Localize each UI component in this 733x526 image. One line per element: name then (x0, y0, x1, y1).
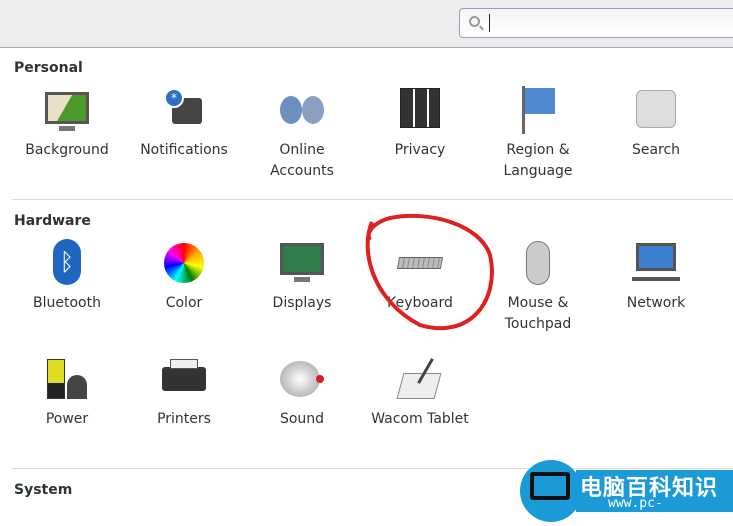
item-label: Region & Language (503, 142, 573, 179)
settings-item-online[interactable]: Online Accounts (243, 86, 361, 182)
settings-item-printers[interactable]: Printers (125, 355, 243, 430)
section-system-title: System (14, 482, 73, 498)
settings-item-color[interactable]: Color (125, 239, 243, 314)
text-caret (489, 14, 490, 32)
online-accounts-icon (278, 86, 326, 134)
displays-icon (278, 239, 326, 287)
settings-item-bluetooth[interactable]: ᛒ Bluetooth (8, 239, 126, 314)
sound-icon (278, 355, 326, 403)
settings-item-mouse[interactable]: Mouse & Touchpad (479, 239, 597, 335)
mouse-icon (514, 239, 562, 287)
settings-item-search[interactable]: Search (597, 86, 715, 161)
settings-item-keyboard[interactable]: Keyboard (361, 239, 479, 314)
item-label: Power (45, 411, 89, 427)
search-input[interactable] (459, 8, 733, 38)
notifications-icon: * (160, 86, 208, 134)
wacom-icon (396, 355, 444, 403)
divider (12, 199, 733, 200)
monitor-icon (530, 472, 570, 500)
item-label: Printers (157, 411, 211, 427)
item-label: Displays (272, 295, 332, 311)
item-label: Network (626, 295, 686, 311)
watermark-url: www.pc-daily.com (608, 496, 679, 526)
item-label: Background (25, 142, 109, 158)
settings-item-power[interactable]: Power (8, 355, 126, 430)
settings-item-notifications[interactable]: * Notifications (125, 86, 243, 161)
power-icon (43, 355, 91, 403)
section-personal-title: Personal (14, 60, 83, 76)
search-icon (632, 86, 680, 134)
keyboard-icon (396, 239, 444, 287)
settings-item-region[interactable]: Region & Language (479, 86, 597, 182)
header-bar (0, 0, 733, 48)
item-label: Sound (279, 411, 325, 427)
item-label: Bluetooth (33, 295, 101, 311)
item-label: Search (631, 142, 681, 158)
bluetooth-icon: ᛒ (43, 239, 91, 287)
item-label: Notifications (140, 142, 228, 158)
settings-item-network[interactable]: Network (597, 239, 715, 314)
settings-item-privacy[interactable]: Privacy (361, 86, 479, 161)
settings-item-sound[interactable]: Sound (243, 355, 361, 430)
item-label: Color (165, 295, 203, 311)
item-label: Wacom Tablet (371, 411, 469, 427)
item-label: Keyboard (387, 295, 453, 311)
search-magnifier-icon (469, 16, 480, 27)
item-label: Mouse & Touchpad (504, 295, 572, 332)
settings-item-displays[interactable]: Displays (243, 239, 361, 314)
color-icon (160, 239, 208, 287)
region-flag-icon (514, 86, 562, 134)
section-hardware-title: Hardware (14, 213, 91, 229)
item-label: Online Accounts (270, 142, 334, 179)
printer-icon (160, 355, 208, 403)
network-icon (632, 239, 680, 287)
settings-item-background[interactable]: Background (8, 86, 126, 161)
background-icon (43, 86, 91, 134)
settings-item-wacom[interactable]: Wacom Tablet (361, 355, 479, 430)
watermark-logo: 电脑百科知识 www.pc-daily.com (520, 460, 733, 526)
privacy-icon (396, 86, 444, 134)
item-label: Privacy (394, 142, 446, 158)
